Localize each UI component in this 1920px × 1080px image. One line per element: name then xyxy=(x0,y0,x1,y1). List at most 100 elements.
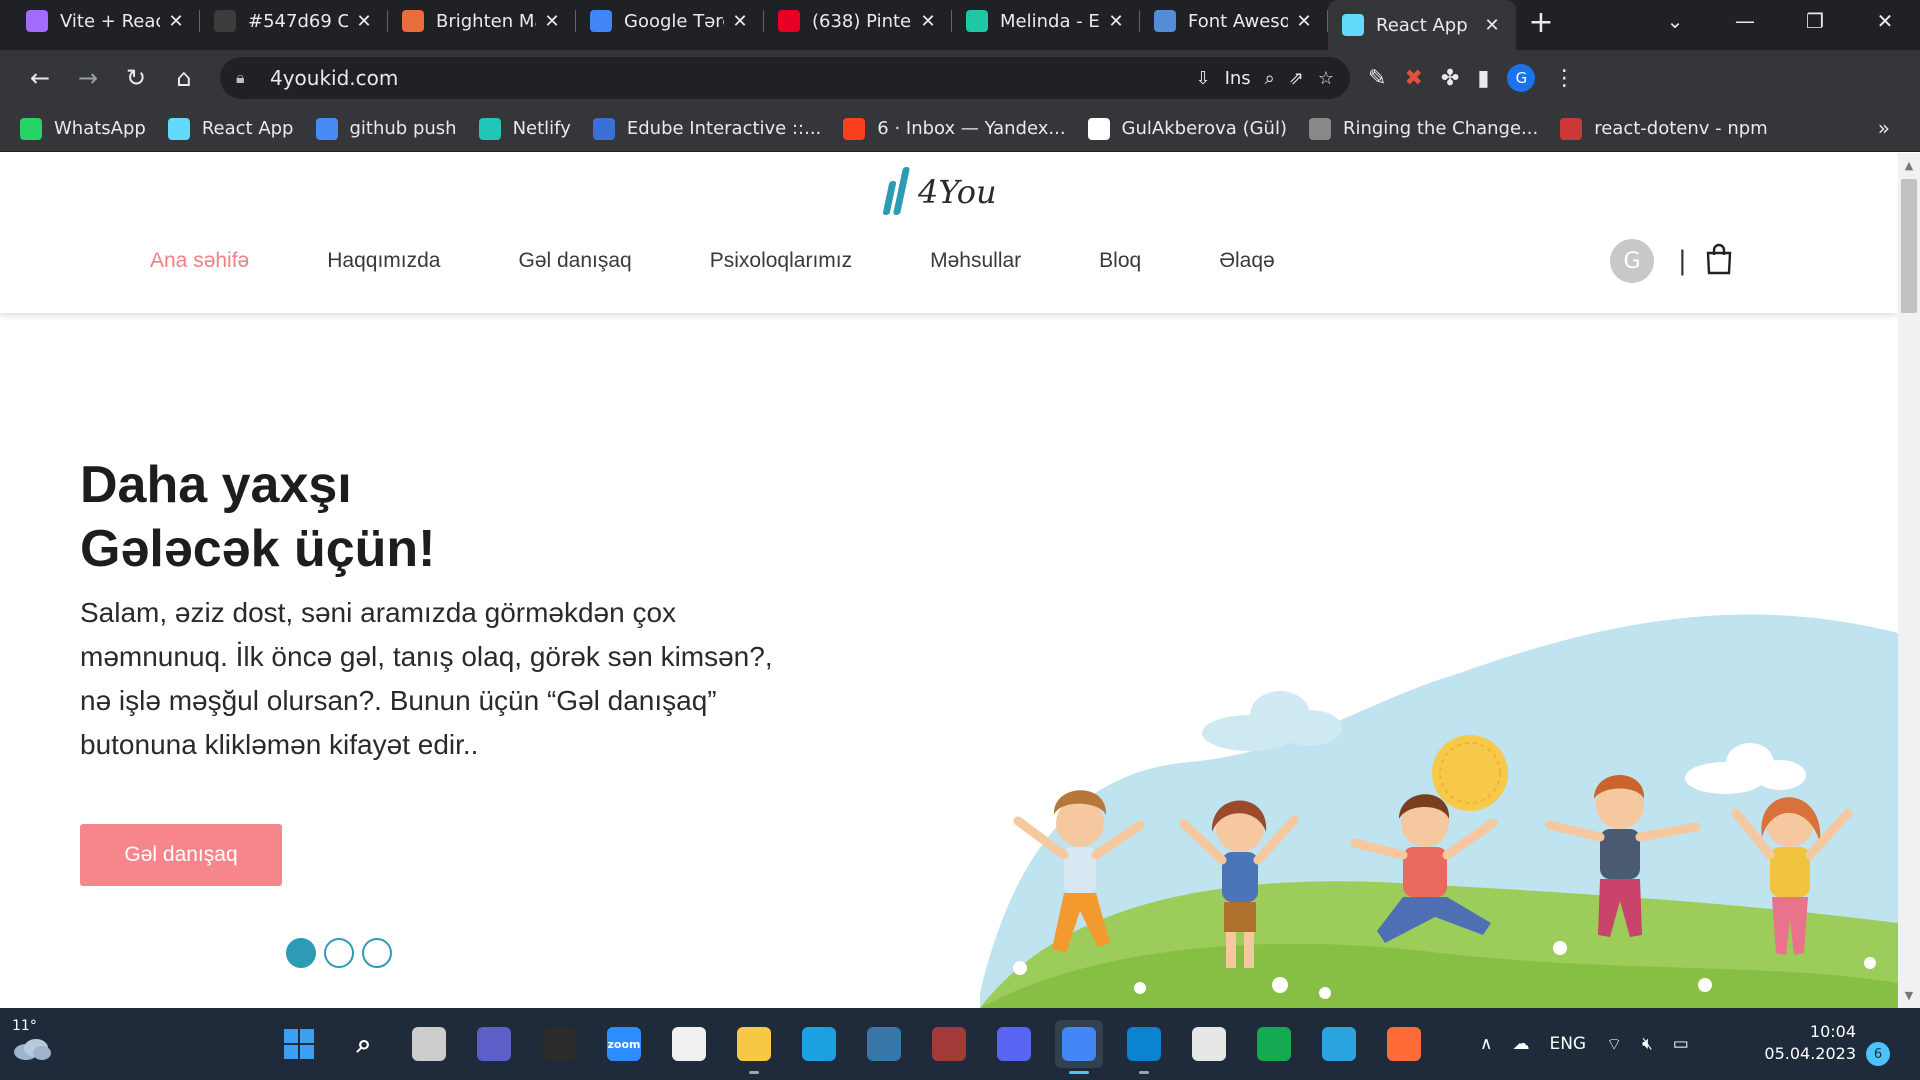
site-logo[interactable]: 4You xyxy=(882,165,997,215)
bookmark-item[interactable]: Netlify xyxy=(478,117,571,140)
taskbar-app-teams[interactable] xyxy=(470,1020,518,1068)
scroll-up-arrow-icon[interactable]: ▲ xyxy=(1898,159,1920,172)
taskbar-app-zoom[interactable]: zoom xyxy=(600,1020,648,1068)
url-text[interactable]: 4youkid.com xyxy=(270,66,1195,90)
browser-tab[interactable]: Melinda - Elementor ✕ xyxy=(952,0,1140,42)
bookmark-label: 6 · Inbox — Yandex... xyxy=(877,118,1066,139)
browser-tab[interactable]: #547d69 Color Hex ✕ xyxy=(200,0,388,42)
battery-icon[interactable]: ▭ xyxy=(1673,1034,1689,1054)
close-tab-icon[interactable]: ✕ xyxy=(354,11,374,32)
browser-tab[interactable]: (638) Pinterest ✕ xyxy=(764,0,952,42)
back-button[interactable]: ← xyxy=(16,56,64,100)
close-tab-icon[interactable]: ✕ xyxy=(730,11,750,32)
lets-talk-button[interactable]: Gəl danışaq xyxy=(80,824,282,886)
taskbar-clock[interactable]: 10:04 05.04.2023 xyxy=(1760,1021,1856,1065)
new-tab-button[interactable]: + xyxy=(1516,5,1566,40)
onedrive-icon[interactable]: ☁︎ xyxy=(1512,1034,1529,1054)
close-tab-icon[interactable]: ✕ xyxy=(166,11,186,32)
taskbar-app-search[interactable]: ⌕ xyxy=(340,1020,388,1068)
install-label[interactable]: Ins xyxy=(1225,68,1251,89)
close-window-button[interactable]: ✕ xyxy=(1850,9,1920,33)
nav-link[interactable]: Bloq xyxy=(1099,249,1141,273)
nav-link[interactable]: Ana səhifə xyxy=(150,249,249,273)
lock-icon[interactable]: 🔒︎ xyxy=(236,68,258,88)
taskbar-app-telegram[interactable] xyxy=(1315,1020,1363,1068)
extensions-puzzle-icon[interactable]: ✤ xyxy=(1441,66,1459,91)
profile-avatar[interactable]: G xyxy=(1507,64,1536,92)
weather-widget[interactable]: 11° xyxy=(12,1018,72,1064)
nav-link[interactable]: Əlaqə xyxy=(1219,249,1275,273)
slider-dot[interactable] xyxy=(362,938,392,968)
bookmark-item[interactable]: react-dotenv - npm xyxy=(1560,117,1768,140)
bookmark-item[interactable]: 6 · Inbox — Yandex... xyxy=(843,117,1066,140)
browser-tab[interactable]: React App ✕ xyxy=(1328,0,1516,50)
browser-tab[interactable]: Vite + React + TS ✕ xyxy=(12,0,200,42)
taskbar-app-winrar[interactable] xyxy=(925,1020,973,1068)
nav-link[interactable]: Gəl danışaq xyxy=(518,249,631,273)
close-tab-icon[interactable]: ✕ xyxy=(918,11,938,32)
close-tab-icon[interactable]: ✕ xyxy=(1482,15,1502,36)
zoom-icon[interactable]: ⌕ xyxy=(1265,68,1275,89)
bookmark-item[interactable]: GulAkberova (Gül) xyxy=(1087,117,1287,140)
side-panel-icon[interactable]: ▮ xyxy=(1477,66,1489,91)
taskbar-app-postman[interactable] xyxy=(1380,1020,1428,1068)
colorzilla-extension-icon[interactable]: ✎ xyxy=(1368,66,1386,91)
nav-link[interactable]: Məhsullar xyxy=(930,249,1021,273)
page-scrollbar[interactable]: ▲ ▼ xyxy=(1898,153,1920,1008)
taskbar-app-httrack[interactable] xyxy=(535,1020,583,1068)
taskbar-app-edge[interactable] xyxy=(795,1020,843,1068)
minimize-button[interactable]: — xyxy=(1710,9,1780,33)
nav-link[interactable]: Haqqımızda xyxy=(327,249,440,273)
forward-button[interactable]: → xyxy=(64,56,112,100)
window-controls: ⌄ — ❐ ✕ xyxy=(1640,0,1920,42)
speaker-muted-icon[interactable]: 🔇︎ xyxy=(1642,1034,1653,1054)
reload-button[interactable]: ↻ xyxy=(112,56,160,100)
share-icon[interactable]: ⇗ xyxy=(1289,68,1304,89)
close-tab-icon[interactable]: ✕ xyxy=(1106,11,1126,32)
bookmark-item[interactable]: WhatsApp xyxy=(20,117,146,140)
flag-icon xyxy=(1154,10,1176,32)
scrollbar-thumb[interactable] xyxy=(1901,179,1917,313)
notification-badge[interactable]: 6 xyxy=(1866,1042,1890,1066)
bookmark-item[interactable]: React App xyxy=(167,117,294,140)
x-extension-icon[interactable]: ✖ xyxy=(1404,66,1422,91)
browser-tab[interactable]: Brighten Maps ✕ xyxy=(388,0,576,42)
bookmark-item[interactable]: github push xyxy=(315,117,457,140)
taskbar-app-python[interactable] xyxy=(860,1020,908,1068)
scroll-down-arrow-icon[interactable]: ▼ xyxy=(1898,989,1920,1002)
taskbar-app-windows-start[interactable] xyxy=(275,1020,323,1068)
taskbar-app-keepassxc[interactable] xyxy=(1185,1020,1233,1068)
bookmarks-overflow-icon[interactable]: » xyxy=(1878,116,1890,140)
bookmark-star-icon[interactable]: ☆ xyxy=(1318,68,1334,89)
close-tab-icon[interactable]: ✕ xyxy=(1294,11,1314,32)
home-button[interactable]: ⌂ xyxy=(160,56,208,100)
bookmark-item[interactable]: Edube Interactive ::... xyxy=(592,117,821,140)
browser-tab[interactable]: Google Tərcümə ✕ xyxy=(576,0,764,42)
taskbar-app-task-view[interactable] xyxy=(405,1020,453,1068)
browser-tab[interactable]: Font Awesome ✕ xyxy=(1140,0,1328,42)
taskbar-app-file-explorer[interactable] xyxy=(730,1020,778,1074)
slider-dot[interactable] xyxy=(286,938,316,968)
show-hidden-icons-chevron-icon[interactable]: ∧ xyxy=(1480,1034,1492,1054)
taskbar-app-discord[interactable] xyxy=(990,1020,1038,1068)
close-tab-icon[interactable]: ✕ xyxy=(542,11,562,32)
header-divider: | xyxy=(1678,246,1687,276)
taskbar-app-notepad[interactable] xyxy=(665,1020,713,1068)
taskbar-app-chrome[interactable] xyxy=(1055,1020,1103,1074)
shopping-bag-icon[interactable] xyxy=(1705,243,1733,279)
bookmark-item[interactable]: Ringing the Change... xyxy=(1308,117,1538,140)
taskbar-app-vscode[interactable] xyxy=(1120,1020,1168,1074)
language-indicator[interactable]: ENG xyxy=(1549,1034,1586,1054)
user-avatar[interactable]: G xyxy=(1610,239,1654,283)
menu-kebab-icon[interactable]: ⋮ xyxy=(1553,66,1575,91)
colorhexa-icon xyxy=(214,10,236,32)
tab-search-icon[interactable]: ⌄ xyxy=(1640,9,1710,33)
slider-dot[interactable] xyxy=(324,938,354,968)
search-icon: ⌕ xyxy=(356,1028,372,1059)
install-icon[interactable]: ⇩ xyxy=(1195,68,1210,89)
nav-link[interactable]: Psixoloqlarımız xyxy=(710,249,852,273)
address-bar[interactable]: 🔒︎ 4youkid.com ⇩ Ins ⌕ ⇗ ☆ xyxy=(220,57,1350,99)
restore-button[interactable]: ❐ xyxy=(1780,9,1850,33)
taskbar-app-mongodb-compass[interactable] xyxy=(1250,1020,1298,1068)
wifi-icon[interactable]: ⌔ xyxy=(1606,1034,1622,1055)
